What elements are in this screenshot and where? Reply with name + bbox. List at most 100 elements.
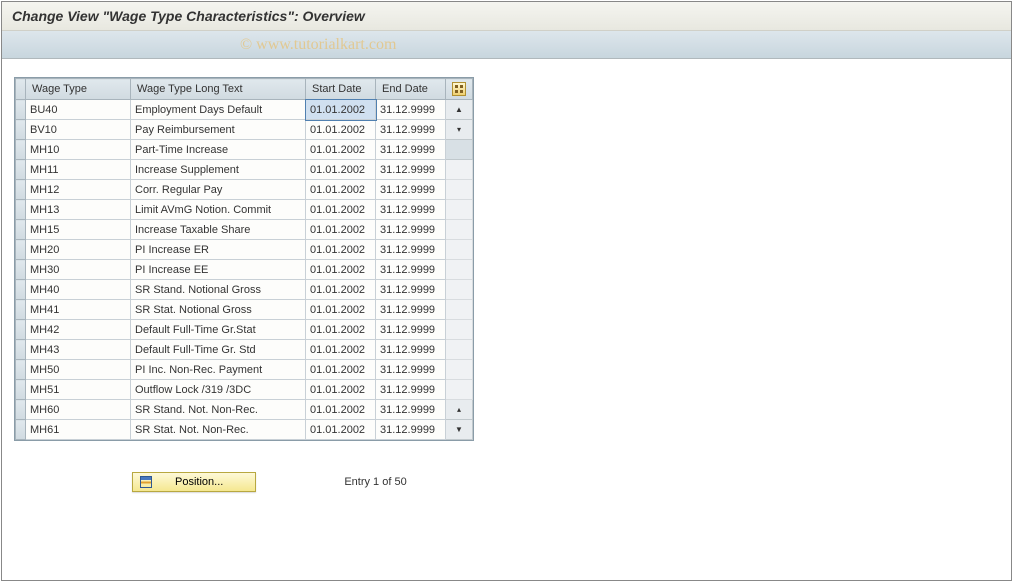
cell-long-text[interactable]: PI Inc. Non-Rec. Payment — [131, 360, 306, 380]
cell-start-date[interactable]: 01.01.2002 — [306, 360, 376, 380]
cell-end-date[interactable]: 31.12.9999 — [376, 140, 446, 160]
scroll-track[interactable] — [446, 160, 473, 180]
table-row[interactable]: MH60SR Stand. Not. Non-Rec.01.01.200231.… — [16, 400, 473, 420]
cell-wage-type[interactable]: MH43 — [26, 340, 131, 360]
scroll-page-down-button[interactable]: ▴ — [446, 400, 473, 420]
position-button[interactable]: Position... — [132, 472, 256, 492]
cell-start-date[interactable]: 01.01.2002 — [306, 320, 376, 340]
cell-long-text[interactable]: SR Stand. Not. Non-Rec. — [131, 400, 306, 420]
scroll-up-button[interactable]: ▲ — [446, 100, 473, 120]
scroll-track[interactable] — [446, 220, 473, 240]
row-selector[interactable] — [16, 180, 26, 200]
column-header-start-date[interactable]: Start Date — [306, 79, 376, 100]
cell-wage-type[interactable]: MH30 — [26, 260, 131, 280]
cell-long-text[interactable]: Corr. Regular Pay — [131, 180, 306, 200]
cell-end-date[interactable]: 31.12.9999 — [376, 400, 446, 420]
row-selector[interactable] — [16, 120, 26, 140]
row-selector[interactable] — [16, 320, 26, 340]
scroll-track[interactable] — [446, 340, 473, 360]
row-selector[interactable] — [16, 420, 26, 440]
scroll-track[interactable] — [446, 300, 473, 320]
cell-wage-type[interactable]: MH13 — [26, 200, 131, 220]
row-selector[interactable] — [16, 400, 26, 420]
scroll-thumb[interactable] — [446, 140, 473, 160]
cell-long-text[interactable]: PI Increase EE — [131, 260, 306, 280]
cell-long-text[interactable]: SR Stat. Not. Non-Rec. — [131, 420, 306, 440]
cell-end-date[interactable]: 31.12.9999 — [376, 300, 446, 320]
cell-end-date[interactable]: 31.12.9999 — [376, 340, 446, 360]
scroll-down-button[interactable]: ▼ — [446, 420, 473, 440]
row-selector[interactable] — [16, 280, 26, 300]
row-selector[interactable] — [16, 100, 26, 120]
table-row[interactable]: MH10Part-Time Increase01.01.200231.12.99… — [16, 140, 473, 160]
cell-end-date[interactable]: 31.12.9999 — [376, 220, 446, 240]
cell-end-date[interactable]: 31.12.9999 — [376, 160, 446, 180]
cell-start-date[interactable]: 01.01.2002 — [306, 160, 376, 180]
cell-wage-type[interactable]: MH61 — [26, 420, 131, 440]
table-row[interactable]: BV10Pay Reimbursement01.01.200231.12.999… — [16, 120, 473, 140]
cell-wage-type[interactable]: BV10 — [26, 120, 131, 140]
cell-end-date[interactable]: 31.12.9999 — [376, 320, 446, 340]
row-selector[interactable] — [16, 200, 26, 220]
cell-long-text[interactable]: Outflow Lock /319 /3DC — [131, 380, 306, 400]
column-header-end-date[interactable]: End Date — [376, 79, 446, 100]
cell-start-date[interactable]: 01.01.2002 — [306, 220, 376, 240]
table-row[interactable]: MH51Outflow Lock /319 /3DC01.01.200231.1… — [16, 380, 473, 400]
cell-start-date[interactable]: 01.01.2002 — [306, 280, 376, 300]
cell-long-text[interactable]: Pay Reimbursement — [131, 120, 306, 140]
table-row[interactable]: BU40Employment Days Default01.01.200231.… — [16, 100, 473, 120]
cell-end-date[interactable]: 31.12.9999 — [376, 360, 446, 380]
scroll-track[interactable] — [446, 320, 473, 340]
scroll-track[interactable] — [446, 380, 473, 400]
scroll-track[interactable] — [446, 260, 473, 280]
cell-end-date[interactable]: 31.12.9999 — [376, 420, 446, 440]
row-selector[interactable] — [16, 380, 26, 400]
cell-end-date[interactable]: 31.12.9999 — [376, 100, 446, 120]
cell-end-date[interactable]: 31.12.9999 — [376, 180, 446, 200]
cell-long-text[interactable]: PI Increase ER — [131, 240, 306, 260]
scroll-track[interactable] — [446, 360, 473, 380]
scroll-page-up-button[interactable]: ▾ — [446, 120, 473, 140]
column-header-long-text[interactable]: Wage Type Long Text — [131, 79, 306, 100]
table-row[interactable]: MH50PI Inc. Non-Rec. Payment01.01.200231… — [16, 360, 473, 380]
cell-wage-type[interactable]: MH12 — [26, 180, 131, 200]
cell-start-date[interactable]: 01.01.2002 — [306, 100, 376, 120]
cell-start-date[interactable]: 01.01.2002 — [306, 200, 376, 220]
cell-wage-type[interactable]: MH20 — [26, 240, 131, 260]
row-selector[interactable] — [16, 160, 26, 180]
scroll-track[interactable] — [446, 180, 473, 200]
cell-long-text[interactable]: Increase Taxable Share — [131, 220, 306, 240]
table-config-button[interactable] — [446, 79, 473, 100]
cell-long-text[interactable]: Limit AVmG Notion. Commit — [131, 200, 306, 220]
cell-start-date[interactable]: 01.01.2002 — [306, 140, 376, 160]
row-selector[interactable] — [16, 360, 26, 380]
row-selector[interactable] — [16, 340, 26, 360]
row-selector-header[interactable] — [16, 79, 26, 100]
table-row[interactable]: MH12Corr. Regular Pay01.01.200231.12.999… — [16, 180, 473, 200]
cell-wage-type[interactable]: MH41 — [26, 300, 131, 320]
table-row[interactable]: MH15Increase Taxable Share01.01.200231.1… — [16, 220, 473, 240]
cell-long-text[interactable]: Increase Supplement — [131, 160, 306, 180]
cell-end-date[interactable]: 31.12.9999 — [376, 280, 446, 300]
table-row[interactable]: MH11Increase Supplement01.01.200231.12.9… — [16, 160, 473, 180]
cell-wage-type[interactable]: MH50 — [26, 360, 131, 380]
cell-wage-type[interactable]: MH11 — [26, 160, 131, 180]
table-row[interactable]: MH13Limit AVmG Notion. Commit01.01.20023… — [16, 200, 473, 220]
row-selector[interactable] — [16, 140, 26, 160]
cell-end-date[interactable]: 31.12.9999 — [376, 380, 446, 400]
row-selector[interactable] — [16, 240, 26, 260]
table-row[interactable]: MH40SR Stand. Notional Gross01.01.200231… — [16, 280, 473, 300]
cell-wage-type[interactable]: BU40 — [26, 100, 131, 120]
cell-wage-type[interactable]: MH42 — [26, 320, 131, 340]
cell-wage-type[interactable]: MH10 — [26, 140, 131, 160]
cell-long-text[interactable]: SR Stat. Notional Gross — [131, 300, 306, 320]
cell-long-text[interactable]: Default Full-Time Gr. Std — [131, 340, 306, 360]
cell-end-date[interactable]: 31.12.9999 — [376, 260, 446, 280]
row-selector[interactable] — [16, 300, 26, 320]
cell-long-text[interactable]: SR Stand. Notional Gross — [131, 280, 306, 300]
cell-end-date[interactable]: 31.12.9999 — [376, 200, 446, 220]
scroll-track[interactable] — [446, 240, 473, 260]
cell-start-date[interactable]: 01.01.2002 — [306, 240, 376, 260]
cell-start-date[interactable]: 01.01.2002 — [306, 340, 376, 360]
cell-end-date[interactable]: 31.12.9999 — [376, 120, 446, 140]
